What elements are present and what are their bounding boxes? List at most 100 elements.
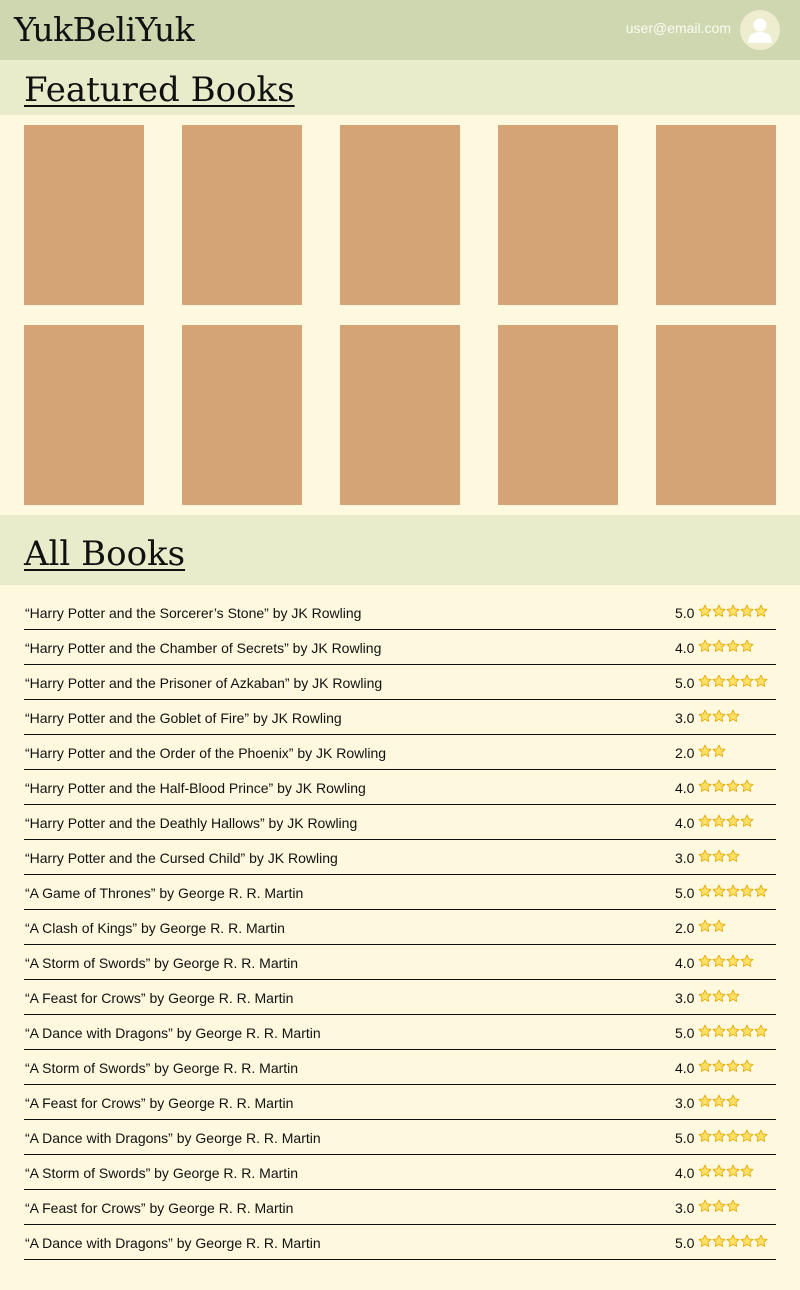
star-icon [712, 919, 726, 933]
site-logo[interactable]: YukBeliYuk [14, 8, 195, 52]
featured-book-cover[interactable] [182, 125, 302, 305]
book-list-item[interactable]: “A Storm of Swords” by George R. R. Mart… [24, 945, 776, 980]
star-icon [712, 1129, 726, 1143]
star-icon [754, 1234, 768, 1248]
book-list-item[interactable]: “A Feast for Crows” by George R. R. Mart… [24, 1085, 776, 1120]
book-list-item[interactable]: “A Game of Thrones” by George R. R. Mart… [24, 875, 776, 910]
star-icon [740, 604, 754, 618]
book-list-item[interactable]: “Harry Potter and the Sorcerer’s Stone” … [24, 595, 776, 630]
book-title[interactable]: “A Game of Thrones” by George R. R. Mart… [25, 885, 303, 901]
book-title[interactable]: “Harry Potter and the Goblet of Fire” by… [25, 710, 342, 726]
book-title[interactable]: “A Storm of Swords” by George R. R. Mart… [25, 1165, 298, 1181]
book-list-item[interactable]: “Harry Potter and the Cursed Child” by J… [24, 840, 776, 875]
book-title[interactable]: “A Storm of Swords” by George R. R. Mart… [25, 955, 298, 971]
star-icon [726, 604, 740, 618]
book-title[interactable]: “A Feast for Crows” by George R. R. Mart… [25, 1095, 293, 1111]
star-icon [726, 779, 740, 793]
featured-book-cover[interactable] [24, 125, 144, 305]
book-rating-value: 4.0 [675, 1060, 695, 1076]
star-icon [698, 1094, 712, 1108]
rating-stars [698, 919, 726, 933]
star-icon [698, 1024, 712, 1038]
featured-book-cover[interactable] [656, 325, 776, 505]
book-title[interactable]: “A Storm of Swords” by George R. R. Mart… [25, 1060, 298, 1076]
book-list-item[interactable]: “A Feast for Crows” by George R. R. Mart… [24, 980, 776, 1015]
star-icon [698, 954, 712, 968]
star-icon [712, 1164, 726, 1178]
star-icon [712, 744, 726, 758]
book-list-item[interactable]: “A Dance with Dragons” by George R. R. M… [24, 1225, 776, 1260]
featured-book-cover[interactable] [182, 325, 302, 505]
rating-stars [698, 1129, 768, 1143]
star-icon [698, 1199, 712, 1213]
featured-book-cover[interactable] [24, 325, 144, 505]
book-rating-value: 2.0 [675, 920, 695, 936]
star-icon [712, 709, 726, 723]
book-list-item[interactable]: “A Clash of Kings” by George R. R. Marti… [24, 910, 776, 945]
book-list-item[interactable]: “Harry Potter and the Half-Blood Prince”… [24, 770, 776, 805]
star-icon [754, 884, 768, 898]
book-rating-value: 5.0 [675, 1235, 695, 1251]
star-icon [698, 779, 712, 793]
featured-books-grid [24, 125, 776, 505]
star-icon [712, 1094, 726, 1108]
book-title[interactable]: “A Feast for Crows” by George R. R. Mart… [25, 1200, 293, 1216]
book-title[interactable]: “Harry Potter and the Deathly Hallows” b… [25, 815, 357, 831]
star-icon [726, 884, 740, 898]
book-title[interactable]: “Harry Potter and the Order of the Phoen… [25, 745, 386, 761]
rating-stars [698, 709, 740, 723]
star-icon [740, 779, 754, 793]
book-list-item[interactable]: “Harry Potter and the Prisoner of Azkaba… [24, 665, 776, 700]
book-title[interactable]: “A Dance with Dragons” by George R. R. M… [25, 1130, 321, 1146]
all-books-header: All Books [0, 515, 800, 585]
featured-book-cover[interactable] [340, 325, 460, 505]
book-list-item[interactable]: “Harry Potter and the Goblet of Fire” by… [24, 700, 776, 735]
star-icon [712, 604, 726, 618]
star-icon [698, 709, 712, 723]
user-avatar-button[interactable] [740, 10, 780, 50]
star-icon [726, 1164, 740, 1178]
all-books-list: “Harry Potter and the Sorcerer’s Stone” … [24, 595, 776, 1260]
book-rating-value: 4.0 [675, 780, 695, 796]
book-title[interactable]: “A Dance with Dragons” by George R. R. M… [25, 1025, 321, 1041]
star-icon [726, 674, 740, 688]
book-list-item[interactable]: “A Storm of Swords” by George R. R. Mart… [24, 1155, 776, 1190]
star-icon [712, 989, 726, 1003]
book-title[interactable]: “A Clash of Kings” by George R. R. Marti… [25, 920, 285, 936]
book-list-item[interactable]: “A Dance with Dragons” by George R. R. M… [24, 1015, 776, 1050]
star-icon [726, 1094, 740, 1108]
book-title[interactable]: “Harry Potter and the Chamber of Secrets… [25, 640, 381, 656]
star-icon [698, 674, 712, 688]
book-title[interactable]: “Harry Potter and the Cursed Child” by J… [25, 850, 338, 866]
rating-stars [698, 604, 768, 618]
book-title[interactable]: “A Dance with Dragons” by George R. R. M… [25, 1235, 321, 1251]
rating-stars [698, 639, 754, 653]
book-list-item[interactable]: “Harry Potter and the Order of the Phoen… [24, 735, 776, 770]
star-icon [754, 674, 768, 688]
book-list-item[interactable]: “Harry Potter and the Deathly Hallows” b… [24, 805, 776, 840]
featured-books-title: Featured Books [24, 70, 295, 110]
star-icon [726, 1059, 740, 1073]
featured-book-cover[interactable] [340, 125, 460, 305]
book-title[interactable]: “Harry Potter and the Half-Blood Prince”… [25, 780, 366, 796]
star-icon [712, 1024, 726, 1038]
book-title[interactable]: “A Feast for Crows” by George R. R. Mart… [25, 990, 293, 1006]
book-list-item[interactable]: “A Storm of Swords” by George R. R. Mart… [24, 1050, 776, 1085]
featured-book-cover[interactable] [498, 325, 618, 505]
star-icon [698, 1129, 712, 1143]
book-list-item[interactable]: “A Feast for Crows” by George R. R. Mart… [24, 1190, 776, 1225]
star-icon [740, 1234, 754, 1248]
star-icon [712, 674, 726, 688]
star-icon [740, 1129, 754, 1143]
book-list-item[interactable]: “Harry Potter and the Chamber of Secrets… [24, 630, 776, 665]
book-title[interactable]: “Harry Potter and the Sorcerer’s Stone” … [25, 605, 361, 621]
star-icon [698, 1164, 712, 1178]
star-icon [754, 1024, 768, 1038]
book-title[interactable]: “Harry Potter and the Prisoner of Azkaba… [25, 675, 382, 691]
book-rating-value: 5.0 [675, 605, 695, 621]
star-icon [740, 1024, 754, 1038]
featured-book-cover[interactable] [498, 125, 618, 305]
book-list-item[interactable]: “A Dance with Dragons” by George R. R. M… [24, 1120, 776, 1155]
featured-header: Featured Books [0, 60, 800, 115]
featured-book-cover[interactable] [656, 125, 776, 305]
